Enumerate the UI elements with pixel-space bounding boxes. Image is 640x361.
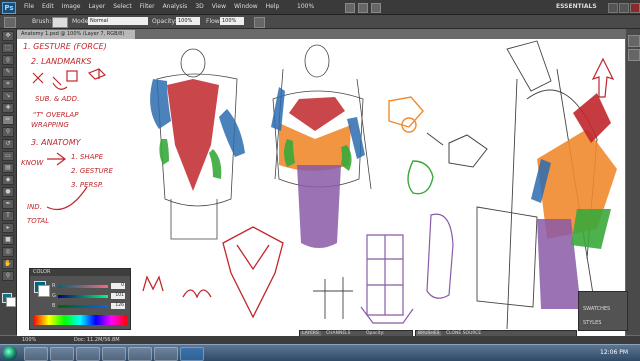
menu-help[interactable]: Help bbox=[262, 0, 284, 14]
taskbar-folder-icon[interactable] bbox=[154, 347, 178, 361]
background-color-swatch[interactable] bbox=[6, 297, 16, 307]
note-gesture-2: 2. GESTURE bbox=[71, 167, 113, 175]
note-gesture: 1. GESTURE (FORCE) bbox=[23, 42, 107, 51]
zoom-level[interactable]: 100% bbox=[297, 0, 314, 14]
tools-panel: ✥ ⬚ ϙ ✎ ⌗ ↘ ✚ ✏ ⚲ ↺ ▭ ▤ ◆ ● ✒ T ▸ ■ ◎ ✋ … bbox=[0, 29, 17, 335]
note-wrapping: WRAPPING bbox=[31, 121, 69, 129]
note-sub-add: SUB. & ADD. bbox=[35, 95, 79, 103]
menu-filter[interactable]: Filter bbox=[136, 0, 159, 14]
note-landmarks: 2. LANDMARKS bbox=[31, 57, 92, 66]
maximize-icon[interactable] bbox=[619, 3, 629, 13]
color-panel: COLOR R 0 G 101 B 126 bbox=[29, 268, 131, 330]
photoshop-logo: Ps bbox=[2, 2, 16, 14]
styles-tab[interactable]: STYLES bbox=[583, 320, 601, 326]
eraser-tool-icon[interactable]: ▭ bbox=[2, 151, 14, 161]
b-value[interactable]: 126 bbox=[111, 303, 125, 309]
swatches-styles-panel: SWATCHES STYLES bbox=[578, 291, 628, 331]
g-label: G bbox=[52, 293, 56, 299]
note-total: TOTAL bbox=[27, 217, 49, 225]
options-bar: Brush: Mode: Normal Opacity: 100% Flow: … bbox=[0, 15, 640, 29]
close-icon[interactable] bbox=[630, 3, 640, 13]
zoom-tool-icon[interactable]: ⚲ bbox=[2, 271, 14, 281]
hand-tool-icon[interactable]: ✋ bbox=[2, 259, 14, 269]
crop-tool-icon[interactable]: ⌗ bbox=[2, 79, 14, 89]
g-slider[interactable] bbox=[58, 295, 108, 298]
hand-icon[interactable] bbox=[345, 3, 355, 13]
swatches-tab[interactable]: SWATCHES bbox=[583, 306, 610, 312]
minimize-icon[interactable] bbox=[608, 3, 618, 13]
r-label: R bbox=[52, 283, 56, 289]
workspace-switcher[interactable]: ESSENTIALS bbox=[556, 0, 597, 14]
move-tool-icon[interactable]: ✥ bbox=[2, 31, 14, 41]
note-anatomy: 3. ANATOMY bbox=[31, 138, 82, 147]
menu-select[interactable]: Select bbox=[109, 0, 136, 14]
taskbar-photoshop-icon[interactable] bbox=[180, 347, 204, 361]
b-slider[interactable] bbox=[58, 305, 108, 308]
status-zoom[interactable]: 100% bbox=[22, 336, 36, 344]
menu-3d[interactable]: 3D bbox=[191, 0, 207, 14]
status-bar: 100% Doc: 11.2M/56.8M bbox=[0, 336, 640, 344]
taskbar-explorer-icon[interactable] bbox=[50, 347, 74, 361]
marquee-tool-icon[interactable]: ⬚ bbox=[2, 43, 14, 53]
brush-tool-icon[interactable]: ✏ bbox=[2, 115, 14, 125]
healing-tool-icon[interactable]: ✚ bbox=[2, 103, 14, 113]
taskbar-clock[interactable]: 12:06 PM bbox=[600, 345, 628, 361]
taskbar: 12:06 PM bbox=[0, 344, 640, 361]
shape-tool-icon[interactable]: ■ bbox=[2, 235, 14, 245]
path-select-tool-icon[interactable]: ▸ bbox=[2, 223, 14, 233]
menu-window[interactable]: Window bbox=[230, 0, 262, 14]
taskbar-media-icon[interactable] bbox=[76, 347, 100, 361]
arrange-documents-icon[interactable] bbox=[371, 3, 381, 13]
color-panel-background[interactable] bbox=[38, 285, 50, 297]
3d-rotate-tool-icon[interactable]: ◎ bbox=[2, 247, 14, 257]
menu-file[interactable]: File bbox=[20, 0, 38, 14]
brush-size-picker[interactable] bbox=[52, 17, 68, 28]
note-know: KNOW bbox=[21, 159, 44, 167]
document-tab[interactable]: Anatomy 1.psd @ 100% (Layer 7, RGB/8) bbox=[17, 30, 135, 39]
note-t-overlap: "T" OVERLAP bbox=[33, 111, 79, 119]
menu-bar: Ps File Edit Image Layer Select Filter A… bbox=[0, 0, 640, 15]
airbrush-icon[interactable] bbox=[254, 17, 265, 28]
r-slider[interactable] bbox=[58, 285, 108, 288]
opacity-input[interactable]: 100% bbox=[176, 17, 200, 25]
menu-view[interactable]: View bbox=[208, 0, 230, 14]
brush-label: Brush: bbox=[32, 18, 52, 25]
rotate-view-icon[interactable] bbox=[358, 3, 368, 13]
clone-stamp-tool-icon[interactable]: ⚲ bbox=[2, 127, 14, 137]
note-ind: IND. bbox=[27, 203, 42, 211]
eyedropper-tool-icon[interactable]: ↘ bbox=[2, 91, 14, 101]
status-doc-size: Doc: 11.2M/56.8M bbox=[74, 337, 120, 343]
history-panel-icon[interactable] bbox=[628, 35, 640, 47]
history-brush-tool-icon[interactable]: ↺ bbox=[2, 139, 14, 149]
brush-tool-preset-icon[interactable] bbox=[4, 17, 16, 28]
menu-image[interactable]: Image bbox=[58, 0, 85, 14]
right-dock bbox=[626, 29, 640, 335]
opacity-label: Opacity: bbox=[152, 18, 177, 25]
menu-edit[interactable]: Edit bbox=[38, 0, 58, 14]
lasso-tool-icon[interactable]: ϙ bbox=[2, 55, 14, 65]
r-value[interactable]: 0 bbox=[111, 283, 125, 289]
start-button[interactable] bbox=[3, 346, 17, 360]
g-value[interactable]: 101 bbox=[111, 293, 125, 299]
quick-select-tool-icon[interactable]: ✎ bbox=[2, 67, 14, 77]
dodge-tool-icon[interactable]: ● bbox=[2, 187, 14, 197]
note-shape: 1. SHAPE bbox=[71, 153, 104, 161]
menu-layer[interactable]: Layer bbox=[84, 0, 109, 14]
taskbar-ie-icon[interactable] bbox=[24, 347, 48, 361]
menu-analysis[interactable]: Analysis bbox=[159, 0, 192, 14]
color-panel-title[interactable]: COLOR bbox=[30, 269, 130, 276]
mode-select[interactable]: Normal bbox=[88, 17, 148, 25]
gradient-tool-icon[interactable]: ▤ bbox=[2, 163, 14, 173]
taskbar-firefox-icon[interactable] bbox=[128, 347, 152, 361]
pen-tool-icon[interactable]: ✒ bbox=[2, 199, 14, 209]
info-panel-icon[interactable] bbox=[628, 49, 640, 61]
taskbar-chrome-icon[interactable] bbox=[102, 347, 126, 361]
blur-tool-icon[interactable]: ◆ bbox=[2, 175, 14, 185]
b-label: B bbox=[52, 303, 56, 309]
color-spectrum[interactable] bbox=[33, 315, 127, 325]
flow-input[interactable]: 100% bbox=[220, 17, 244, 25]
type-tool-icon[interactable]: T bbox=[2, 211, 14, 221]
menu-list: File Edit Image Layer Select Filter Anal… bbox=[20, 0, 283, 14]
